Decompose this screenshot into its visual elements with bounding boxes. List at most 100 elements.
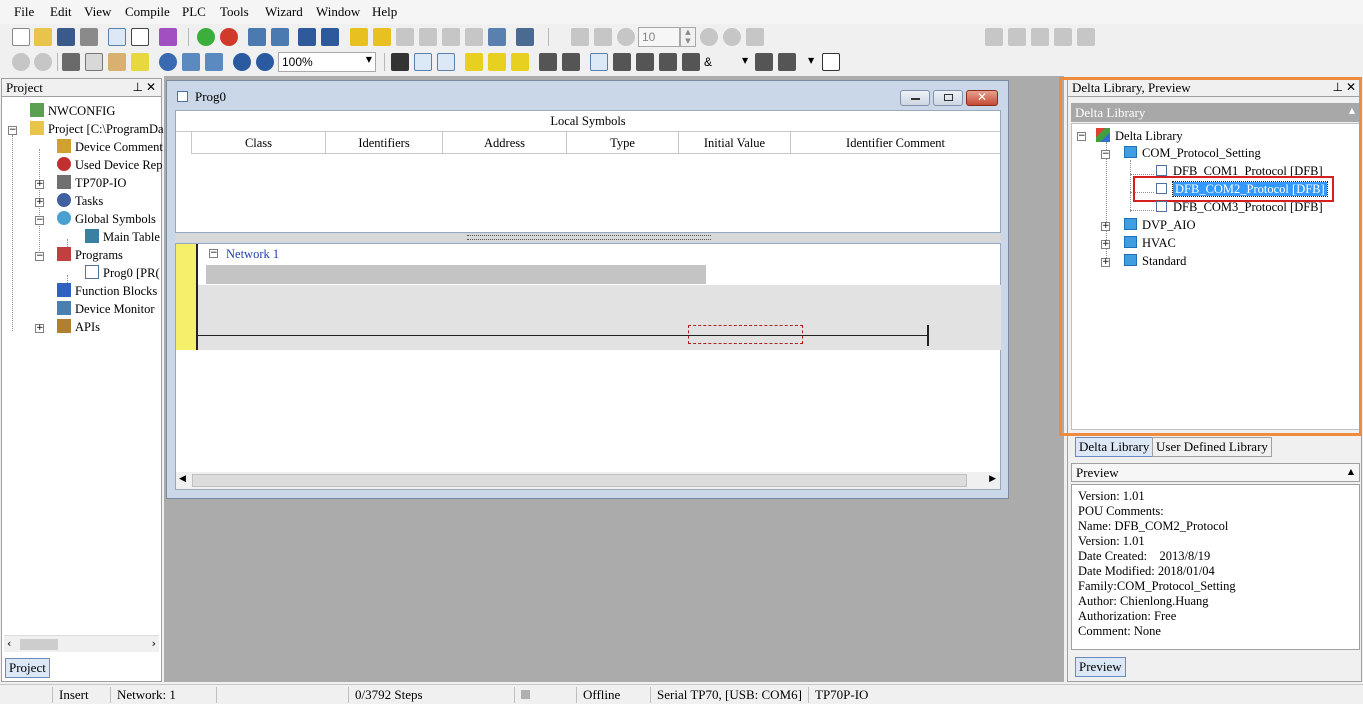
tab-project[interactable]: Project [5, 658, 50, 678]
ladder-editor[interactable]: − Network 1 ◀ ▶ [175, 243, 1001, 490]
coil-icon[interactable] [636, 53, 654, 71]
pin-icon[interactable]: ⊥ [1333, 80, 1343, 94]
network-label[interactable]: Network 1 [226, 247, 279, 262]
tab-delta-library[interactable]: Delta Library [1075, 437, 1154, 457]
rising-edge-icon[interactable] [778, 53, 796, 71]
symbol-table-icon[interactable] [414, 53, 432, 71]
expand-toggle[interactable]: + [1101, 222, 1110, 231]
branch-icon[interactable] [755, 53, 773, 71]
close-icon[interactable]: ✕ [146, 80, 156, 94]
tree-item-nwconfig[interactable]: NWCONFIG [30, 103, 115, 121]
column-address[interactable]: Address [443, 132, 567, 154]
tree-item-device-monitor[interactable]: Device Monitor [57, 301, 155, 319]
scroll-left-icon[interactable]: ‹ [7, 637, 11, 650]
stop-icon[interactable] [220, 28, 238, 46]
collapse-toggle[interactable]: − [209, 249, 218, 258]
menu-edit[interactable]: Edit [50, 4, 72, 20]
menu-plc[interactable]: PLC [182, 4, 206, 20]
tree-item-device-comment[interactable]: Device Comment [57, 139, 163, 157]
tree-item-used-device[interactable]: Used Device Rep [57, 157, 162, 175]
expand-toggle[interactable]: + [1101, 258, 1110, 267]
column-type[interactable]: Type [567, 132, 679, 154]
block-icon[interactable] [822, 53, 840, 71]
tree-item-programs[interactable]: Programs [57, 247, 123, 265]
expand-toggle[interactable]: + [35, 180, 44, 189]
expand-toggle[interactable]: + [35, 198, 44, 207]
replace-icon[interactable] [182, 53, 200, 71]
collapse-toggle[interactable]: − [8, 126, 17, 135]
open-folder-icon[interactable] [34, 28, 52, 46]
expand-toggle[interactable]: + [1101, 240, 1110, 249]
minimize-button[interactable] [900, 90, 930, 106]
menu-view[interactable]: View [84, 4, 111, 20]
library-icon[interactable] [159, 28, 177, 46]
tree-item-tasks[interactable]: Tasks [57, 193, 103, 211]
tree-item-main-table[interactable]: Main Table [85, 229, 160, 247]
save-icon[interactable] [57, 28, 75, 46]
scroll-right-icon[interactable]: ▶ [989, 474, 996, 484]
tree-item-function-blocks[interactable]: Function Blocks [57, 283, 157, 301]
pin-icon[interactable]: ⊥ [133, 80, 143, 94]
tree-item-dfb-com3[interactable]: DFB_COM3_Protocol [DFB] [1156, 200, 1323, 218]
close-icon[interactable]: ✕ [1346, 80, 1356, 94]
zoom-select[interactable]: 100% ▼ [278, 52, 376, 72]
library-section-header[interactable]: Delta Library ▲ [1071, 103, 1360, 122]
download-icon[interactable] [298, 28, 316, 46]
comment-view-icon[interactable] [437, 53, 455, 71]
collapse-toggle[interactable]: − [35, 252, 44, 261]
splitter-grip[interactable] [467, 235, 711, 240]
column-identifier-comment[interactable]: Identifier Comment [791, 132, 1000, 154]
network-icon[interactable] [516, 28, 534, 46]
collapse-icon[interactable]: ▲ [1349, 106, 1355, 115]
project-view-icon[interactable] [108, 28, 126, 46]
online-icon[interactable] [350, 28, 368, 46]
scroll-left-icon[interactable]: ◀ [179, 474, 186, 484]
tab-user-defined-library[interactable]: User Defined Library [1152, 437, 1272, 457]
tree-item-hvac[interactable]: HVAC [1124, 236, 1176, 254]
compile-icon[interactable] [248, 28, 266, 46]
tree-item-com-protocol-setting[interactable]: COM_Protocol_Setting [1124, 146, 1261, 164]
tree-item-apis[interactable]: APIs [57, 319, 100, 337]
contact-icon[interactable] [539, 53, 557, 71]
new-file-icon[interactable] [12, 28, 30, 46]
upload-icon[interactable] [321, 28, 339, 46]
menu-help[interactable]: Help [372, 4, 397, 20]
tree-item-delta-library[interactable]: Delta Library [1096, 128, 1183, 146]
find-icon[interactable] [159, 53, 177, 71]
tree-item-project[interactable]: Project [C:\ProgramDa [30, 121, 164, 139]
splitter-bar[interactable] [175, 234, 1001, 242]
zoom-out-icon[interactable] [256, 53, 274, 71]
communication-icon[interactable] [488, 28, 506, 46]
collapse-toggle[interactable]: − [35, 216, 44, 225]
insert-network-above-icon[interactable] [488, 53, 506, 71]
print-icon[interactable] [80, 28, 98, 46]
collapse-toggle[interactable]: − [1077, 132, 1086, 141]
column-identifiers[interactable]: Identifiers [326, 132, 443, 154]
maximize-button[interactable] [933, 90, 963, 106]
expand-toggle[interactable]: + [35, 324, 44, 333]
tree-item-global-symbols[interactable]: Global Symbols [57, 211, 156, 229]
collapse-toggle[interactable]: − [1101, 150, 1110, 159]
network-comment-bar[interactable] [206, 265, 706, 284]
compile-all-icon[interactable] [271, 28, 289, 46]
monitor-icon[interactable] [373, 28, 391, 46]
scroll-thumb[interactable] [192, 474, 967, 487]
scroll-right-icon[interactable]: › [152, 637, 156, 650]
horizontal-scrollbar[interactable]: ‹ › [4, 635, 159, 652]
menu-tools[interactable]: Tools [220, 4, 249, 20]
insert-cursor[interactable] [688, 325, 803, 344]
insert-network-below-icon[interactable] [511, 53, 529, 71]
close-button[interactable]: ✕ [966, 90, 998, 106]
tab-preview[interactable]: Preview [1075, 657, 1126, 677]
select-pointer-icon[interactable] [590, 53, 608, 71]
tree-item-prog0[interactable]: Prog0 [PR( [85, 265, 160, 283]
spin-arrows-icon[interactable]: ▲ ▼ [680, 27, 696, 47]
eraser-icon[interactable] [131, 53, 149, 71]
menu-window[interactable]: Window [316, 4, 360, 20]
goto-icon[interactable] [205, 53, 223, 71]
ladder-icon[interactable] [391, 53, 409, 71]
step-spinbox[interactable]: 10 [638, 27, 680, 47]
chevron-down-icon[interactable]: ▼ [742, 56, 748, 65]
zoom-in-icon[interactable] [233, 53, 251, 71]
menu-wizard[interactable]: Wizard [265, 4, 303, 20]
